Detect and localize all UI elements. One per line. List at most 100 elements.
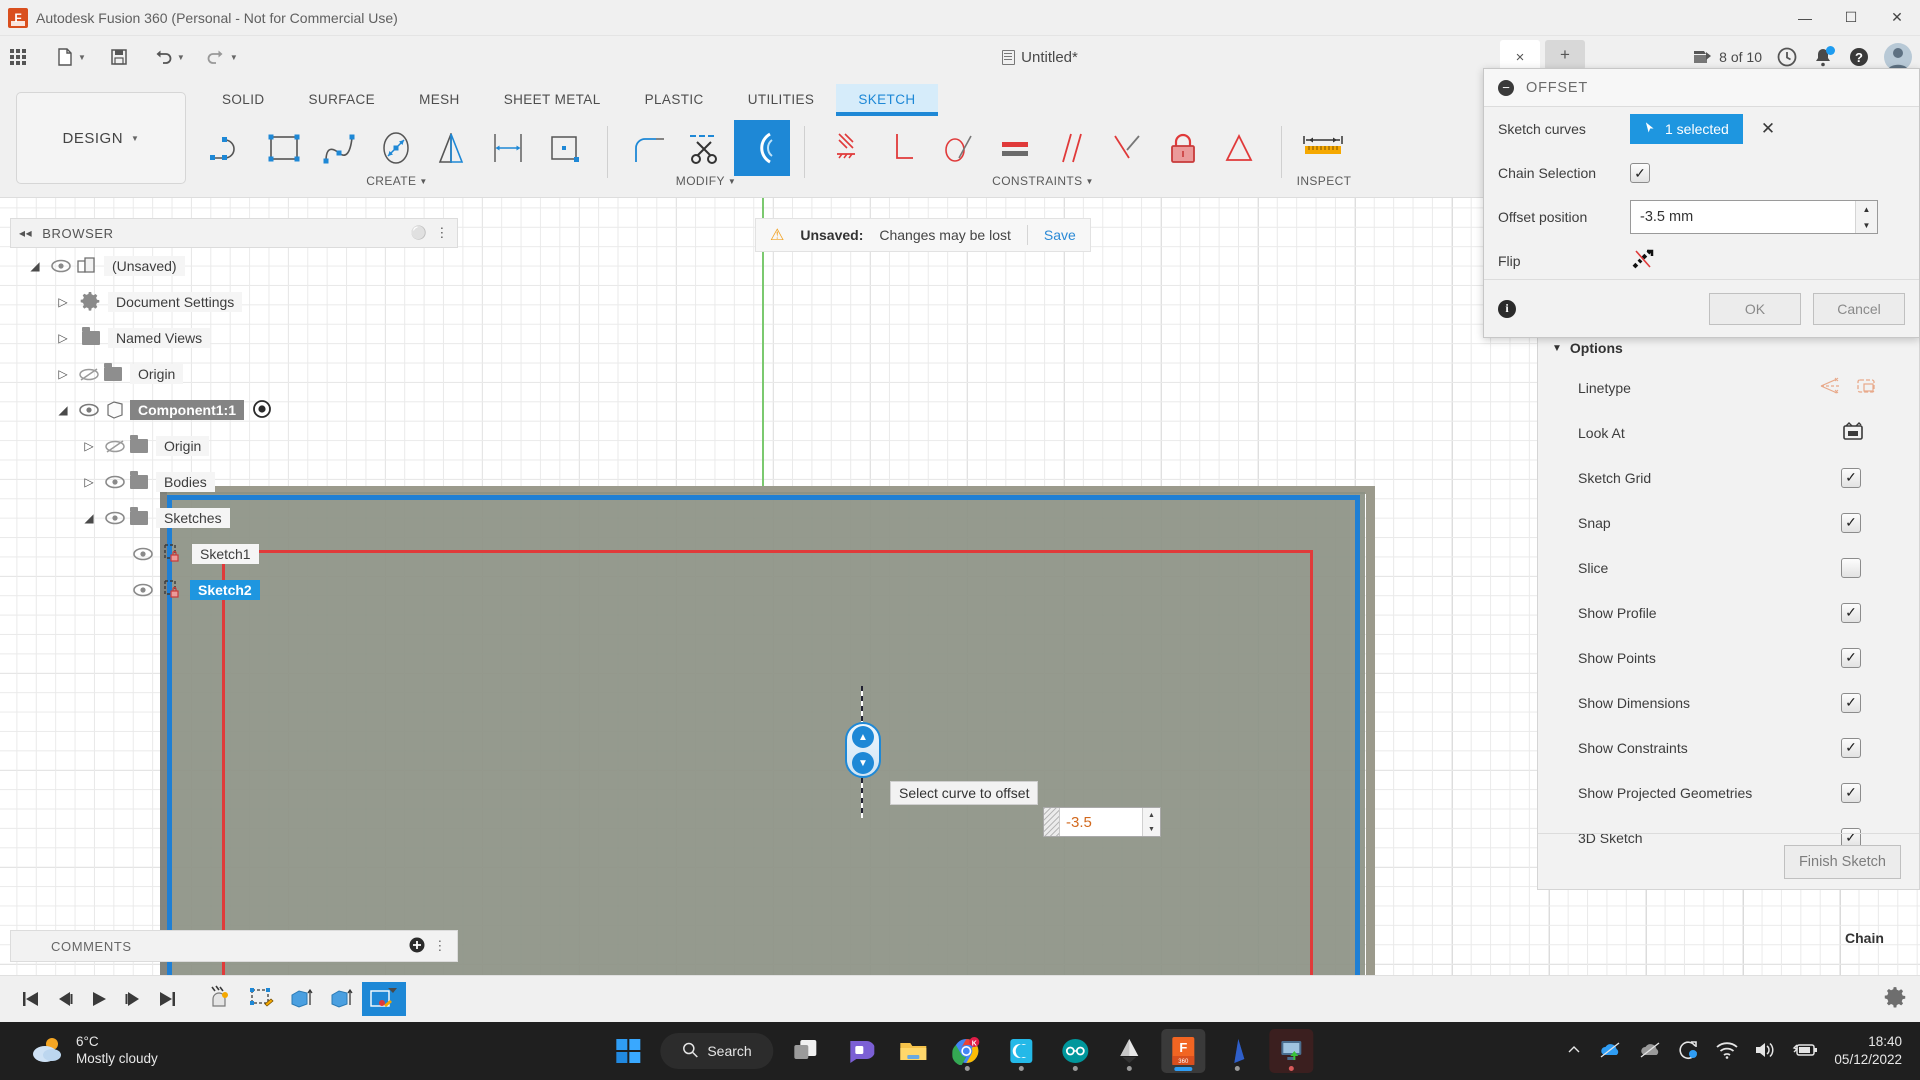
vlc-cone-icon[interactable] [1216,1029,1260,1073]
inline-offset-stepper[interactable]: ▲ ▼ [1142,808,1160,836]
google-chrome-icon[interactable]: K [946,1029,990,1073]
drag-grip-icon[interactable] [1044,808,1060,836]
wifi-icon[interactable] [1716,1041,1739,1062]
perpendicular-icon[interactable] [875,120,931,176]
finish-sketch-button[interactable]: Finish Sketch [1783,844,1901,879]
sketch-line-red-right[interactable] [1310,550,1313,983]
stepper-down-icon[interactable]: ▼ [1143,822,1160,836]
offset-drag-manipulator[interactable]: ▲ ▼ [845,722,881,778]
skip-to-end-icon[interactable] [150,982,184,1016]
tree-row-component1[interactable]: ◢ Component1:1 [10,392,458,428]
visibility-hidden-icon[interactable] [100,439,130,454]
activate-radio-icon[interactable] [252,399,272,422]
save-icon[interactable] [104,41,134,73]
flip-direction-icon[interactable] [1630,249,1654,274]
midpoint-icon[interactable] [1099,120,1155,176]
tree-row-origin[interactable]: ▷ Origin [10,356,458,392]
arrow-down-icon[interactable]: ▼ [852,752,874,774]
visibility-eye-icon[interactable] [128,583,158,597]
redo-icon[interactable]: ▼ [201,41,242,73]
recent-history-icon[interactable] [1776,46,1798,68]
play-icon[interactable] [82,982,116,1016]
inline-offset-value[interactable]: -3.5 [1060,808,1142,836]
app-grid-icon[interactable] [3,41,33,73]
chevron-down-icon[interactable]: ▼ [230,53,238,62]
windows-start-icon[interactable] [606,1029,650,1073]
ok-button[interactable]: OK [1709,292,1801,325]
chain-selection-checkbox[interactable]: ✓ [1630,163,1650,183]
construction-line-icon[interactable] [1819,377,1841,398]
ribbon-group-label-inspect[interactable]: INSPECT [1297,174,1352,188]
sketch-line-blue-right[interactable] [1355,495,1360,983]
fillet-icon[interactable] [622,120,678,176]
panel-grip-icon[interactable]: ⋮ [433,938,447,954]
microsoft-teams-icon[interactable] [838,1029,882,1073]
minimize-icon[interactable]: — [1782,0,1828,36]
tree-row-named-views[interactable]: ▷ Named Views [10,320,458,356]
user-avatar-icon[interactable] [1884,43,1912,71]
skip-to-start-icon[interactable] [14,982,48,1016]
stepper-up-icon[interactable]: ▲ [1856,201,1877,217]
new-document-icon[interactable]: ▼ [51,41,90,73]
extrude-feature-icon[interactable] [322,982,362,1016]
offset-icon[interactable] [734,120,790,176]
trim-scissors-icon[interactable] [678,120,734,176]
twisty-collapsed-icon[interactable]: ▷ [52,295,74,309]
twisty-collapsed-icon[interactable]: ▷ [78,475,100,489]
tree-row-bodies[interactable]: ▷ Bodies [10,464,458,500]
visibility-eye-icon[interactable] [74,403,104,417]
stepper-up-icon[interactable]: ▲ [1143,808,1160,822]
twisty-collapsed-icon[interactable]: ▷ [78,439,100,453]
line-icon[interactable] [201,120,257,176]
new-tab-plus-icon[interactable]: + [1545,40,1585,70]
undo-icon[interactable]: ▼ [148,41,189,73]
equal-icon[interactable] [987,120,1043,176]
visibility-hidden-icon[interactable] [74,367,104,382]
visibility-eye-icon[interactable] [128,547,158,561]
document-tab-untitled[interactable]: Untitled* [1002,49,1078,66]
inkscape-icon[interactable] [1108,1029,1152,1073]
parallel-icon[interactable] [1043,120,1099,176]
twisty-expanded-icon[interactable]: ◢ [52,403,74,417]
cura-icon[interactable] [1000,1029,1044,1073]
fusion-360-icon[interactable]: F 360 [1161,1029,1206,1073]
tangent-icon[interactable] [931,120,987,176]
ribbon-group-label-constraints[interactable]: CONSTRAINTS ▼ [992,174,1094,188]
extrude-feature-icon[interactable] [282,982,322,1016]
sketch-grid-checkbox[interactable]: ✓ [1841,467,1861,488]
rectangle-icon[interactable] [257,120,313,176]
offset-position-stepper[interactable]: ▲ ▼ [1855,201,1877,233]
search-input[interactable]: Search [660,1033,774,1069]
step-back-icon[interactable] [48,982,82,1016]
show-projected-geometries-checkbox[interactable]: ✓ [1841,782,1861,803]
sketch-edit-feature-icon[interactable] [362,982,406,1016]
tab-solid[interactable]: SOLID [200,84,287,113]
tab-surface[interactable]: SURFACE [287,84,398,113]
weather-widget[interactable]: 6°C Mostly cloudy [30,1034,158,1069]
sync-icon[interactable] [1678,1040,1700,1063]
tree-row-sketch2[interactable]: Sketch2 [10,572,458,608]
create-sketch-feature-icon[interactable] [202,982,242,1016]
arduino-ide-icon[interactable] [1054,1029,1098,1073]
spline-icon[interactable] [313,120,369,176]
show-profile-checkbox[interactable]: ✓ [1841,602,1861,623]
panel-grip-icon[interactable]: ⋮ [435,225,449,241]
offset-position-input[interactable]: -3.5 mm ▲ ▼ [1630,200,1878,234]
triangle-down-icon[interactable]: ▼ [1552,343,1562,354]
sketch-feature-icon[interactable] [242,982,282,1016]
help-question-icon[interactable]: ? [1848,46,1870,68]
slice-checkbox[interactable] [1841,557,1861,578]
plus-circle-icon[interactable] [409,937,425,956]
twisty-expanded-icon[interactable]: ◢ [24,259,46,273]
show-points-checkbox[interactable]: ✓ [1841,647,1861,668]
chevron-down-icon[interactable]: ▼ [177,53,185,62]
file-explorer-icon[interactable] [892,1029,936,1073]
visibility-eye-icon[interactable] [100,511,130,525]
lock-icon[interactable] [1155,120,1211,176]
save-link[interactable]: Save [1044,227,1076,243]
onedrive-grey-icon[interactable] [1638,1041,1662,1062]
chevron-down-icon[interactable]: ▼ [78,53,86,62]
twisty-collapsed-icon[interactable]: ▷ [52,367,74,381]
battery-charging-icon[interactable] [1792,1042,1818,1061]
tree-row-sketches[interactable]: ◢ Sketches [10,500,458,536]
